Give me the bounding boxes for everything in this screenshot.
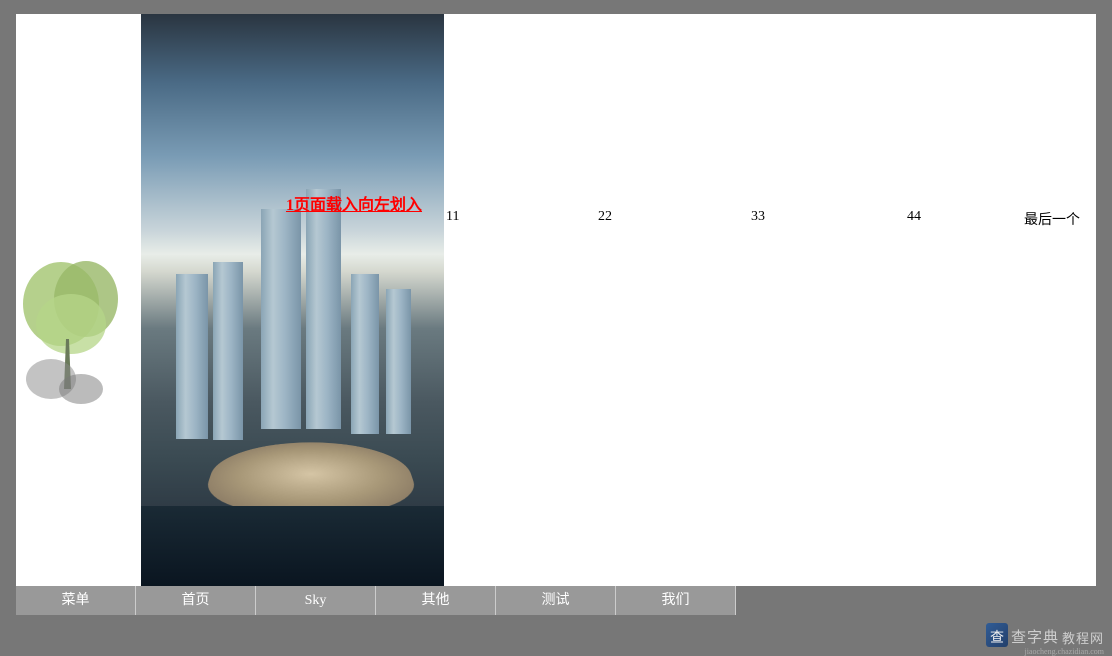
slide-label-2: 22 (598, 209, 612, 225)
hero-image (141, 14, 444, 586)
watermark-suffix: 教程网 (1062, 628, 1104, 647)
slide-label-3: 33 (751, 209, 765, 225)
tree-decoration (16, 254, 131, 414)
slide-label-last: 最后一个 (1024, 209, 1080, 229)
nav-item-home[interactable]: 首页 (136, 586, 256, 615)
watermark-brand: 查字典 (1011, 626, 1059, 647)
nav-item-sky[interactable]: Sky (256, 586, 376, 615)
nav-item-us[interactable]: 我们 (616, 586, 736, 615)
watermark-url: jiaocheng.chazidian.com (1024, 647, 1104, 656)
content-area: 1页面载入向左划入 11 22 33 44 最后一个 (16, 14, 1096, 586)
slide-label-4: 44 (907, 209, 921, 225)
watermark-logo-icon (986, 623, 1008, 647)
bottom-nav: 菜单 首页 Sky 其他 测试 我们 (16, 586, 736, 615)
slide-label-1: 11 (446, 209, 459, 225)
slide-caption: 1页面载入向左划入 (286, 191, 422, 215)
nav-item-other[interactable]: 其他 (376, 586, 496, 615)
nav-item-menu[interactable]: 菜单 (16, 586, 136, 615)
nav-item-test[interactable]: 测试 (496, 586, 616, 615)
watermark: 查字典 教程网 (986, 623, 1104, 647)
